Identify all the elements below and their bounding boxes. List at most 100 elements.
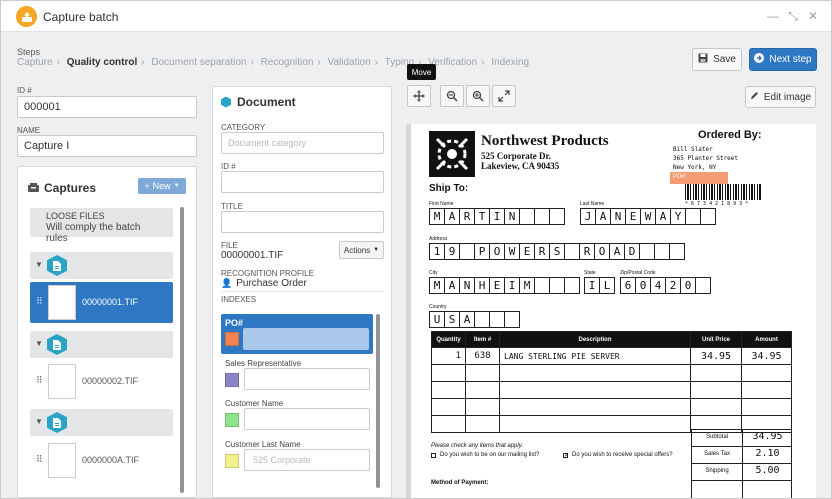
caret-down-icon: ▼	[373, 247, 380, 253]
zip-boxes: 60420	[620, 277, 711, 294]
check2-text: Do you wish to receive special offers?	[572, 452, 673, 458]
collapse-caret-icon[interactable]: ▼	[35, 260, 43, 269]
doc-title-field[interactable]	[221, 211, 384, 233]
loose-files-item[interactable]: LOOSE FILES Will comply the batch rules	[30, 208, 173, 244]
document-group-1[interactable]: ▼	[30, 252, 173, 279]
doc-id-label: ID #	[221, 162, 236, 171]
first-name-label: First Name	[429, 201, 454, 207]
drag-handle-icon[interactable]: ⠿	[36, 296, 43, 307]
document-hex-icon	[221, 96, 231, 108]
save-button[interactable]: Save	[692, 48, 742, 71]
col-description: Description	[499, 331, 691, 348]
document-item-selected[interactable]: ⠿ 00000001.TIF	[30, 282, 173, 323]
drag-handle-icon[interactable]: ⠿	[36, 454, 43, 465]
doc-id-field[interactable]	[221, 171, 384, 193]
letter-box	[564, 243, 580, 260]
pencil-icon	[750, 91, 759, 103]
document-image-viewer[interactable]: Northwest Products 525 Corporate Dr. Lak…	[406, 124, 816, 498]
step-quality-control[interactable]: Quality control	[67, 57, 138, 68]
restore-icon[interactable]: ⤡	[786, 9, 800, 23]
expand-icon[interactable]	[492, 85, 516, 107]
letter-box: D	[624, 243, 640, 260]
category-select[interactable]: Document category	[221, 132, 384, 154]
save-label: Save	[713, 54, 736, 65]
next-arrow-icon	[754, 53, 765, 66]
letter-box: O	[594, 243, 610, 260]
actions-dropdown[interactable]: Actions ▼	[339, 241, 384, 259]
index-customer-name-input[interactable]	[244, 408, 370, 430]
letter-box	[459, 243, 475, 260]
cell-item: 638	[465, 347, 500, 365]
zoom-in-icon[interactable]	[466, 85, 490, 107]
steps-breadcrumb: Capture › Quality control › Document separ…	[17, 57, 530, 68]
collapse-caret-icon[interactable]: ▼	[35, 417, 43, 426]
ordered-by-line-3: New York, NY	[673, 164, 717, 171]
state-label: State	[584, 270, 596, 276]
subtotal-label: Subtotal	[705, 434, 729, 440]
letter-box	[534, 208, 550, 225]
document-file-name: 00000002.TIF	[82, 376, 139, 386]
user-icon: 👤	[221, 278, 233, 288]
batch-name-field[interactable]: Capture I	[17, 135, 197, 157]
document-group-3[interactable]: ▼	[30, 409, 173, 436]
letter-box: E	[489, 277, 505, 294]
totals-divider-h1	[692, 446, 791, 447]
captures-scrollbar[interactable]	[180, 207, 184, 493]
letter-box: R	[579, 243, 595, 260]
first-name-boxes: MARTIN	[429, 208, 565, 225]
step-recognition[interactable]: Recognition	[261, 57, 314, 68]
step-validation[interactable]: Validation	[328, 57, 371, 68]
document-item[interactable]: ⠿ 0000000A.TIF	[30, 440, 173, 481]
totals-divider-h2	[692, 463, 791, 464]
next-step-button[interactable]: Next step	[749, 48, 817, 71]
new-capture-button[interactable]: + New ▼	[138, 178, 186, 194]
index-po-input[interactable]	[243, 328, 369, 350]
capture-app-icon	[16, 6, 37, 27]
letter-box: W	[504, 243, 520, 260]
document-group-2[interactable]: ▼	[30, 331, 173, 358]
letter-box: 9	[444, 243, 460, 260]
title-bar: Capture batch — ⤡ ✕	[1, 1, 831, 32]
letter-box: W	[640, 208, 656, 225]
captures-title: Captures	[28, 181, 96, 195]
actions-label: Actions	[343, 245, 371, 255]
divider	[221, 291, 384, 292]
step-document-separation[interactable]: Document separation	[151, 57, 246, 68]
index-po-selected[interactable]: PO#	[221, 314, 373, 354]
letter-box: I	[584, 277, 600, 294]
letter-box: S	[549, 243, 565, 260]
letter-box: U	[429, 311, 445, 328]
recognition-profile: 👤 Purchase Order	[221, 278, 307, 289]
zoom-out-icon[interactable]	[440, 85, 464, 107]
plus-icon: +	[144, 181, 150, 191]
batch-id-field[interactable]: 000001	[17, 96, 197, 118]
index-customer-last-name-input[interactable]: 525 Corporate	[244, 449, 370, 471]
state-boxes: IL	[584, 277, 615, 294]
close-icon[interactable]: ✕	[806, 9, 820, 23]
zip-label: Zip/Postal Code	[620, 270, 656, 276]
document-item[interactable]: ⠿ 00000002.TIF	[30, 361, 173, 402]
letter-box: T	[474, 208, 490, 225]
index-sales-rep-input[interactable]	[244, 368, 370, 390]
drag-handle-icon[interactable]: ⠿	[36, 375, 43, 386]
letter-box: 1	[429, 243, 445, 260]
totals-box: Subtotal 34.95 Sales Tax 2.10 Shipping 5…	[691, 429, 792, 498]
letter-box: A	[595, 208, 611, 225]
col-unit-price: Unit Price	[690, 331, 742, 348]
edit-image-button[interactable]: Edit image	[745, 86, 816, 108]
collapse-caret-icon[interactable]: ▼	[35, 339, 43, 348]
move-icon[interactable]	[407, 85, 431, 107]
letter-box: 0	[635, 277, 651, 294]
minimize-icon[interactable]: —	[766, 9, 780, 23]
letter-box: A	[459, 311, 475, 328]
ship-to-heading: Ship To:	[429, 183, 469, 194]
company-address-2: Lakeview, CA 90435	[481, 161, 560, 171]
indexes-scrollbar[interactable]	[376, 314, 380, 488]
step-indexing[interactable]: Indexing	[491, 57, 529, 68]
letter-box	[685, 208, 701, 225]
letter-box: E	[519, 243, 535, 260]
document-thumbnail	[48, 285, 76, 320]
step-capture[interactable]: Capture	[17, 57, 53, 68]
ordered-by-line-1: Bill Slater	[673, 146, 713, 153]
document-thumbnail	[48, 364, 76, 399]
